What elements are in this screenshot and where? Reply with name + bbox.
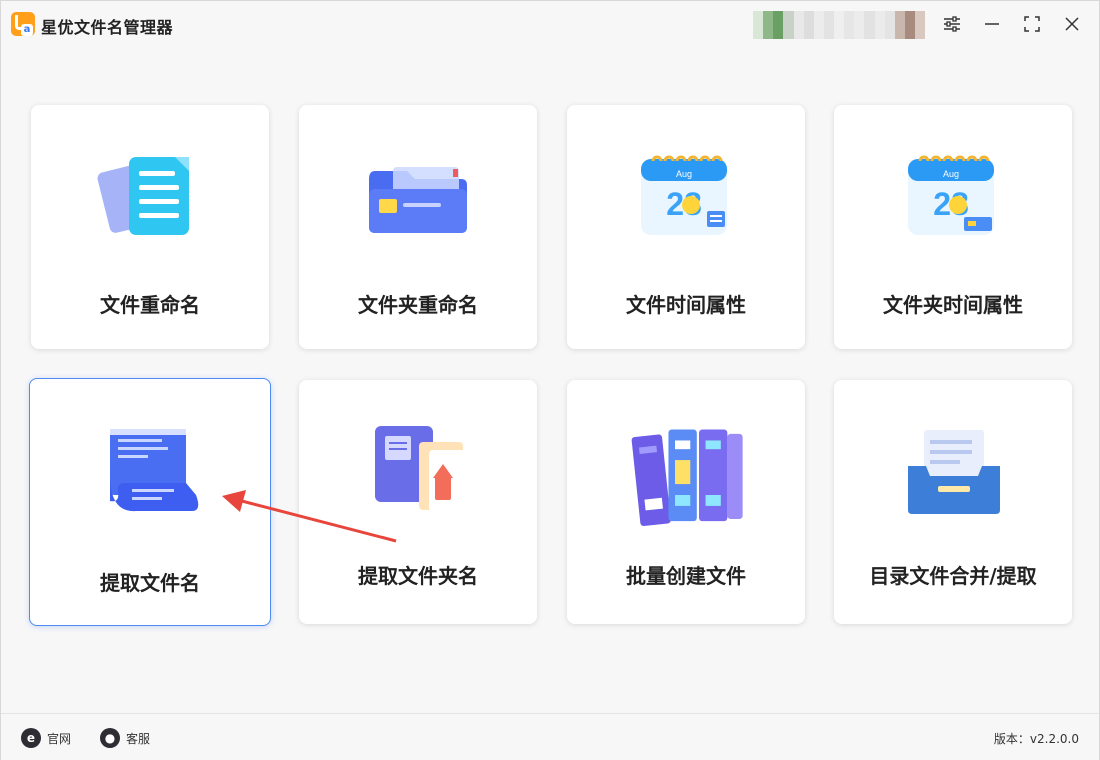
tile-folder-time-attributes[interactable]: Aug 28 文件夹时间属性 [834,105,1072,349]
app-logo-icon [11,12,35,36]
footer: e 官网 ● 客服 版本：v2.2.0.0 [1,713,1099,760]
support-link[interactable]: ● 客服 [100,728,150,748]
app-window: 星优文件名管理器 [0,0,1100,760]
tile-label: 提取文件名 [100,571,200,595]
tile-label: 文件重命名 [100,293,200,317]
tile-file-rename[interactable]: 文件重命名 [31,105,269,349]
tile-label: 文件夹时间属性 [883,293,1023,317]
binders-icon [631,429,743,526]
annotation-arrow [222,490,397,543]
maximize-icon[interactable] [1019,11,1045,37]
tile-label: 文件夹重命名 [358,293,478,317]
website-link[interactable]: e 官网 [21,728,71,748]
documents-icon [97,157,189,235]
scroll-document-icon [110,429,199,512]
tile-label: 批量创建文件 [626,564,746,588]
close-icon[interactable] [1059,11,1085,37]
tile-label: 文件时间属性 [626,293,746,317]
tile-file-time-attributes[interactable]: Aug 28 文件时间属性 [567,105,805,349]
tile-batch-create-files[interactable]: 批量创建文件 [567,380,805,624]
website-icon: e [21,728,41,748]
settings-icon[interactable] [939,11,965,37]
folder-icon [369,167,467,233]
file-drawer-icon [908,430,1000,514]
support-label: 客服 [126,731,151,746]
calendar-folder-icon: Aug 28 [908,155,994,235]
calendar-icon: Aug 28 [641,155,727,235]
website-label: 官网 [47,731,72,746]
chat-bubble-icon: ● [100,728,120,748]
app-title: 星优文件名管理器 [41,18,174,37]
user-avatar[interactable] [753,11,926,39]
title-bar: 星优文件名管理器 [1,1,1099,47]
calendar-month: Aug [943,169,959,179]
calendar-month: Aug [676,169,692,179]
tile-merge-extract-directory-files[interactable]: 目录文件合并/提取 [834,380,1072,624]
version-label: 版本：v2.2.0.0 [993,732,1079,746]
tile-label: 提取文件夹名 [358,564,478,588]
tile-label: 目录文件合并/提取 [869,564,1037,588]
minimize-icon[interactable] [979,11,1005,37]
tile-folder-rename[interactable]: 文件夹重命名 [299,105,537,349]
